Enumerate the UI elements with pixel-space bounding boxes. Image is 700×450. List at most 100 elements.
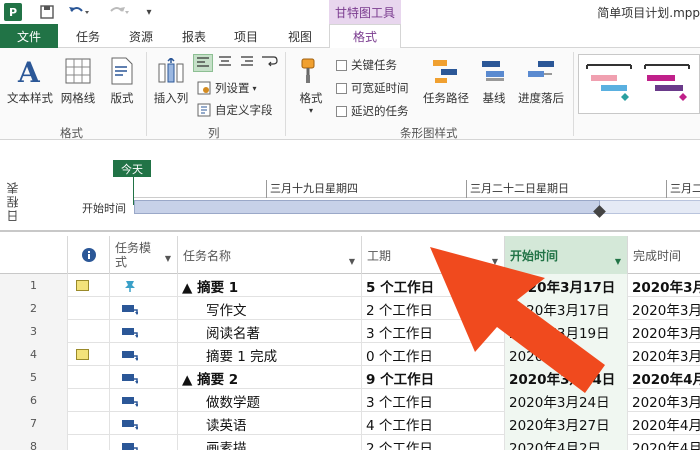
custom-fields-button[interactable]: 自定义字段 <box>196 102 273 118</box>
finish-cell[interactable]: 2020年3月 <box>628 389 700 412</box>
info-cell <box>68 435 110 450</box>
finish-cell[interactable]: 2020年3月 <box>628 274 700 297</box>
table-row[interactable]: 7 读英语 4 个工作日 2020年3月27日 2020年4月 <box>0 412 700 435</box>
header-finish[interactable]: 完成时间 <box>628 236 700 274</box>
task-name-cell[interactable]: ▲ 摘要 1 <box>178 274 362 297</box>
slack-checkbox[interactable]: 可宽延时间 <box>336 80 409 96</box>
tab-resource[interactable]: 资源 <box>118 24 164 48</box>
table-row[interactable]: 1 ▲ 摘要 15 个工作日 2020年3月17日 2020年3月 <box>0 274 700 297</box>
row-id[interactable]: 4 <box>0 343 68 366</box>
start-cell[interactable]: 2020年3月 <box>505 343 628 366</box>
layout-icon <box>107 56 137 86</box>
save-icon[interactable] <box>38 3 56 21</box>
align-center-icon[interactable] <box>216 54 236 72</box>
tab-project[interactable]: 项目 <box>224 24 268 48</box>
task-name-cell[interactable]: 做数学题 <box>178 389 362 412</box>
duration-cell[interactable]: 4 个工作日 <box>362 412 505 435</box>
tab-task[interactable]: 任务 <box>66 24 110 48</box>
late-tasks-checkbox[interactable]: 延迟的任务 <box>336 103 409 119</box>
group-format-label: 格式 <box>60 126 83 140</box>
row-id[interactable]: 2 <box>0 297 68 320</box>
chevron-down-icon: ▾ <box>308 106 313 115</box>
task-name-cell[interactable]: 摘要 1 完成 <box>178 343 362 366</box>
finish-cell[interactable]: 2020年3月 <box>628 343 700 366</box>
info-icon[interactable] <box>68 236 110 274</box>
layout-button[interactable]: 版式 <box>104 56 140 106</box>
start-cell[interactable]: 2020年3月19日 <box>505 320 628 343</box>
start-cell[interactable]: 2020年3月27日 <box>505 412 628 435</box>
row-id[interactable]: 8 <box>0 435 68 450</box>
finish-cell[interactable]: 2020年4月 <box>628 435 700 450</box>
table-row[interactable]: 3 阅读名著 3 个工作日 2020年3月19日 2020年3月 <box>0 320 700 343</box>
row-id[interactable]: 7 <box>0 412 68 435</box>
insert-column-button[interactable]: 插入列 <box>150 56 192 106</box>
table-row[interactable]: 5 ▲ 摘要 29 个工作日 2020年3月24日 2020年4月 <box>0 366 700 389</box>
duration-cell[interactable]: 0 个工作日 <box>362 343 505 366</box>
start-cell[interactable]: 2020年4月2日 <box>505 435 628 450</box>
header-task-mode-label: 任务模式 <box>115 241 152 269</box>
task-name-cell[interactable]: 画素描 <box>178 435 362 450</box>
duration-cell[interactable]: 2 个工作日 <box>362 297 505 320</box>
duration-cell[interactable]: 3 个工作日 <box>362 389 505 412</box>
auto-schedule-icon <box>110 297 178 320</box>
header-task-mode[interactable]: 任务模式 ▼ <box>110 236 178 274</box>
paint-brush-icon <box>296 56 326 86</box>
format-bar-button[interactable]: 格式 ▾ <box>291 56 331 115</box>
table-row[interactable]: 6 做数学题 3 个工作日 2020年3月24日 2020年3月 <box>0 389 700 412</box>
note-icon <box>68 274 110 297</box>
baseline-button[interactable]: 基线 <box>476 56 512 106</box>
row-id[interactable]: 5 <box>0 366 68 389</box>
critical-tasks-checkbox[interactable]: 关键任务 <box>336 57 397 73</box>
tab-report[interactable]: 报表 <box>172 24 216 48</box>
duration-cell[interactable]: 5 个工作日 <box>362 274 505 297</box>
redo-icon[interactable] <box>104 3 134 21</box>
column-settings-button[interactable]: 列设置 ▾ <box>196 80 257 96</box>
undo-icon[interactable] <box>64 3 94 21</box>
row-id[interactable]: 1 <box>0 274 68 297</box>
header-duration[interactable]: 工期 ▼ <box>362 236 505 274</box>
task-name-cell[interactable]: 写作文 <box>178 297 362 320</box>
align-right-icon[interactable] <box>238 54 258 72</box>
column-settings-icon <box>196 80 212 96</box>
auto-schedule-icon <box>122 419 138 430</box>
title-bar: P ▾ 甘特图工具 简单项目计划.mpp <box>0 0 700 24</box>
gridlines-button[interactable]: 网格线 <box>58 56 98 106</box>
customize-qat-icon[interactable]: ▾ <box>142 3 156 21</box>
start-cell[interactable]: 2020年3月24日 <box>505 389 628 412</box>
duration-cell[interactable]: 3 个工作日 <box>362 320 505 343</box>
slippage-button[interactable]: 进度落后 <box>514 56 568 106</box>
task-name-cell[interactable]: 读英语 <box>178 412 362 435</box>
start-cell[interactable]: 2020年3月17日 <box>505 274 628 297</box>
text-styles-button[interactable]: A 文本样式 <box>4 56 56 106</box>
timeline-project-bar[interactable] <box>134 200 600 214</box>
wrap-text-icon[interactable] <box>260 54 280 72</box>
auto-schedule-icon <box>110 343 178 366</box>
start-cell[interactable]: 2020年3月24日 <box>505 366 628 389</box>
duration-cell[interactable]: 9 个工作日 <box>362 366 505 389</box>
task-name-cell[interactable]: 阅读名著 <box>178 320 362 343</box>
tab-view[interactable]: 视图 <box>278 24 322 48</box>
row-id-header <box>0 236 68 274</box>
finish-cell[interactable]: 2020年4月 <box>628 412 700 435</box>
tab-format[interactable]: 格式 <box>329 24 401 49</box>
header-start[interactable]: 开始时间 ▼ <box>505 236 628 274</box>
table-row[interactable]: 8 画素描 2 个工作日 2020年4月2日 2020年4月 <box>0 435 700 450</box>
task-path-button[interactable]: 任务路径 <box>420 56 472 106</box>
group-separator <box>146 52 147 136</box>
row-id[interactable]: 6 <box>0 389 68 412</box>
duration-cell[interactable]: 2 个工作日 <box>362 435 505 450</box>
gantt-style-gallery[interactable] <box>578 54 700 114</box>
header-task-name[interactable]: 任务名称 ▼ <box>178 236 362 274</box>
task-name-cell[interactable]: ▲ 摘要 2 <box>178 366 362 389</box>
finish-cell[interactable]: 2020年3月 <box>628 297 700 320</box>
finish-cell[interactable]: 2020年3月 <box>628 320 700 343</box>
layout-label: 版式 <box>110 91 134 105</box>
row-id[interactable]: 3 <box>0 320 68 343</box>
table-row[interactable]: 4 摘要 1 完成 0 个工作日 2020年3月 2020年3月 <box>0 343 700 366</box>
align-left-icon[interactable] <box>193 54 213 72</box>
start-cell[interactable]: 2020年3月17日 <box>505 297 628 320</box>
table-row[interactable]: 2 写作文 2 个工作日 2020年3月17日 2020年3月 <box>0 297 700 320</box>
timeline-tick: 三月二 <box>666 180 700 198</box>
tab-file[interactable]: 文件 <box>0 24 58 48</box>
finish-cell[interactable]: 2020年4月 <box>628 366 700 389</box>
